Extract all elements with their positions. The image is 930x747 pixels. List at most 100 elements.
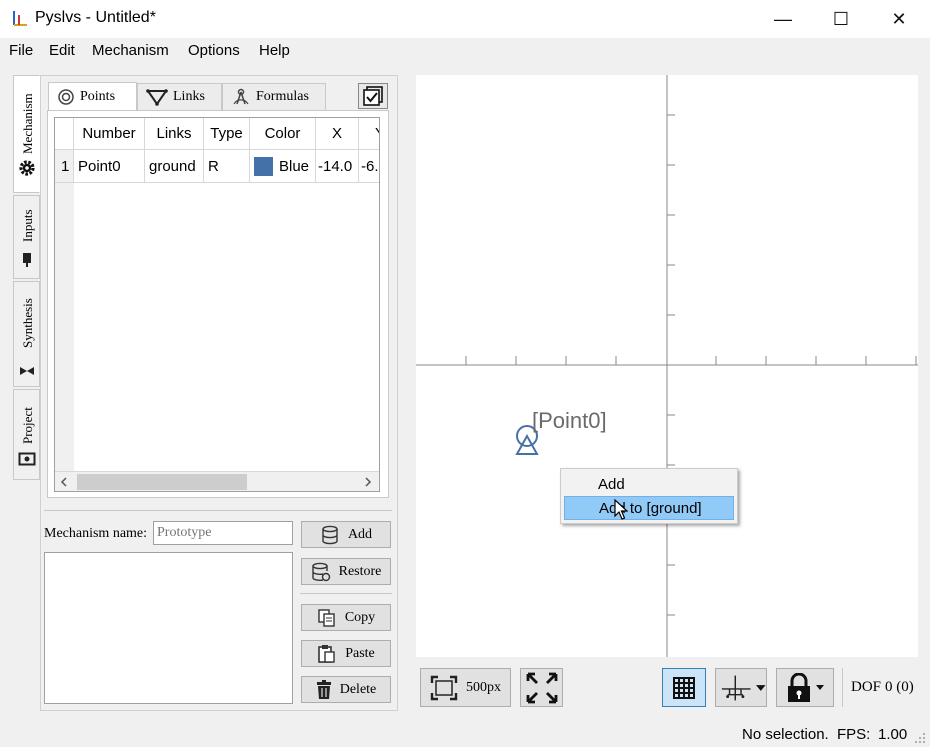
side-tab-label: Mechanism [20, 93, 35, 154]
row-header[interactable]: 1 [55, 150, 74, 183]
column-header-x[interactable]: X [316, 118, 359, 150]
divider [300, 593, 392, 594]
side-tab-bar: Mechanism Inputs Synthesis Project [13, 75, 40, 480]
status-bar: No selection. FPS: 1.00 [0, 722, 930, 747]
side-tab-synthesis[interactable]: Synthesis [13, 281, 40, 387]
window-title: Pyslvs - Untitled* [35, 9, 156, 26]
side-tab-label: Project [20, 407, 35, 444]
mechanism-canvas[interactable]: [Point0] [416, 75, 918, 657]
input-icon [23, 253, 31, 267]
column-header-type[interactable]: Type [204, 118, 250, 150]
scrollbar-thumb[interactable] [77, 474, 247, 490]
side-tab-project[interactable]: Project [13, 389, 40, 480]
close-button[interactable]: ✕ [870, 0, 928, 38]
fps-value: 1.00 [878, 726, 908, 743]
expand-arrows-icon [526, 672, 557, 703]
tab-label: Formulas [256, 89, 309, 104]
button-label: Add [347, 526, 373, 542]
side-tab-inputs[interactable]: Inputs [13, 195, 40, 279]
mechanism-list[interactable] [44, 552, 293, 704]
checkbox-icon [363, 86, 383, 106]
scroll-right-icon[interactable] [363, 477, 373, 487]
tab-label: Points [80, 89, 116, 104]
cell-x[interactable]: -14.0 [316, 150, 359, 183]
zoom-to-fit-button[interactable]: 500px [420, 668, 511, 707]
restore-button[interactable]: Restore [301, 558, 391, 585]
button-label: Copy [344, 609, 376, 625]
mechanism-name-label: Mechanism name: [44, 526, 148, 541]
minimize-icon: — [774, 8, 792, 29]
color-name: Blue [279, 157, 310, 175]
add-mechanism-button[interactable]: Add [301, 521, 391, 548]
menu-options[interactable]: Options [188, 42, 240, 59]
synthesis-icon [20, 367, 34, 375]
fps-label: FPS: [837, 726, 871, 743]
project-icon [18, 452, 36, 466]
horizontal-scrollbar[interactable] [55, 471, 379, 491]
fit-frame-icon [430, 675, 458, 700]
lock-dropdown[interactable] [776, 668, 834, 707]
select-mode-button[interactable] [358, 83, 388, 109]
row-header-gutter [55, 150, 74, 471]
mechanism-name-input[interactable] [153, 521, 293, 545]
button-label: Paste [345, 645, 375, 661]
trash-icon [316, 679, 331, 699]
tab-links[interactable]: Links [137, 83, 222, 110]
fullscreen-button[interactable] [520, 668, 563, 707]
menu-mechanism[interactable]: Mechanism [92, 42, 169, 59]
chevron-down-icon [816, 685, 824, 690]
side-tab-mechanism[interactable]: Mechanism [13, 75, 40, 193]
divider [44, 510, 392, 511]
database-restore-icon [311, 562, 330, 581]
button-label: Restore [338, 563, 382, 579]
copy-icon [318, 608, 335, 627]
column-header-y[interactable]: Y [359, 118, 379, 150]
menu-file[interactable]: File [9, 42, 33, 59]
side-tab-label: Synthesis [20, 298, 35, 348]
cell-color[interactable]: Blue [250, 150, 316, 183]
button-label: Delete [339, 681, 377, 697]
context-menu: Add Add to [ground] [560, 468, 738, 524]
grid-icon [673, 676, 695, 699]
minimize-button[interactable]: — [754, 0, 812, 38]
color-swatch [254, 156, 273, 176]
close-icon: ✕ [891, 8, 907, 29]
canvas-drawing [416, 75, 918, 657]
chevron-down-icon [756, 684, 766, 691]
cell-type[interactable]: R [204, 150, 250, 183]
column-header-links[interactable]: Links [145, 118, 204, 150]
maximize-icon: ☐ [832, 8, 850, 29]
resize-grip-icon[interactable] [914, 732, 926, 744]
cell-number[interactable]: Point0 [74, 150, 145, 183]
copy-button[interactable]: Copy [301, 604, 391, 631]
menu-item-add[interactable]: Add [564, 472, 734, 496]
gear-icon [19, 160, 35, 176]
dof-value: 0 (0) [885, 679, 914, 695]
dof-label: DOF [851, 679, 882, 695]
formulas-icon [233, 88, 249, 105]
maximize-button[interactable]: ☐ [812, 0, 870, 38]
grid-toggle-button[interactable] [662, 668, 706, 707]
point-label: [Point0] [532, 408, 607, 433]
menu-edit[interactable]: Edit [49, 42, 75, 59]
links-icon [146, 89, 168, 106]
app-logo-icon [13, 11, 27, 26]
menu-help[interactable]: Help [259, 42, 290, 59]
axis-display-dropdown[interactable] [715, 668, 767, 707]
column-header-color[interactable]: Color [250, 118, 316, 150]
side-tab-label: Inputs [20, 209, 35, 243]
mouse-cursor-icon [614, 499, 628, 520]
title-bar: Pyslvs - Untitled* — ☐ ✕ [0, 0, 930, 38]
menu-item-add-to-ground[interactable]: Add to [ground] [564, 496, 734, 520]
paste-button[interactable]: Paste [301, 640, 391, 667]
tab-label: Links [173, 89, 205, 104]
column-header-number[interactable]: Number [74, 118, 145, 150]
table-corner [55, 118, 74, 150]
tab-points[interactable]: Points [48, 82, 137, 111]
points-table[interactable]: Number Links Type Color X Y 1 Point0 gro… [54, 117, 380, 492]
tab-formulas[interactable]: Formulas [222, 83, 326, 110]
scroll-left-icon[interactable] [59, 477, 69, 487]
cell-y[interactable]: -6. [359, 150, 379, 183]
delete-button[interactable]: Delete [301, 676, 391, 703]
cell-links[interactable]: ground [145, 150, 204, 183]
